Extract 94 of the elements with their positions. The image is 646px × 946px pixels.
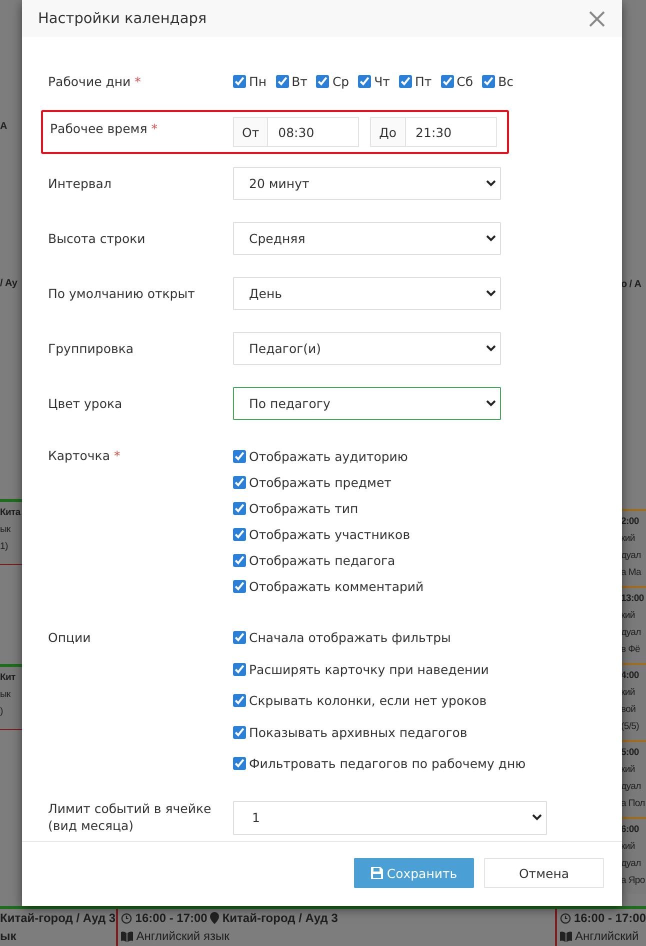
checkbox[interactable] — [233, 528, 246, 540]
calendar-text-fragment: Китай-город / Ауд 3 — [222, 910, 338, 927]
calendar-text-fragment: 16:00 - 17:00 — [574, 910, 646, 927]
calendar-text-fragment: ык — [0, 928, 18, 945]
calendar-text-fragment: ык — [0, 523, 12, 537]
chevron-down-icon — [532, 814, 542, 821]
calendar-text-fragment: / Ау — [0, 277, 18, 291]
checkbox[interactable] — [233, 662, 246, 676]
checkbox-label[interactable]: Вс — [498, 74, 514, 88]
required-asterisk: * — [151, 121, 158, 136]
checkbox-label[interactable]: Скрывать колонки, если нет уроков — [249, 693, 487, 708]
calendar-text-fragment: ) — [0, 705, 4, 719]
calendar-text-fragment: 5:00 — [621, 746, 640, 760]
checkbox[interactable] — [233, 476, 246, 488]
field-label: Интервал — [48, 176, 112, 191]
checkbox[interactable] — [233, 757, 246, 770]
checkbox-label[interactable]: Фильтровать педагогов по рабочему дню — [249, 756, 526, 772]
field-label: По умолчанию открыт — [48, 286, 195, 301]
field-label: Карточка — [48, 448, 110, 463]
checkbox[interactable] — [233, 450, 246, 462]
checkbox-label[interactable]: Сб — [456, 74, 474, 88]
checkbox-label[interactable]: Отображать педагога — [249, 552, 396, 568]
calendar-text-fragment: ык — [0, 688, 12, 702]
calendar-text-fragment: 2:00 — [621, 515, 640, 529]
calendar-text-fragment: Кита — [0, 506, 22, 520]
dialog-title: Настройки календаря — [38, 10, 207, 26]
calendar-text-fragment: 16:00 - 17:00 — [135, 910, 208, 927]
calendar-text-fragment: Английский язык — [136, 928, 230, 945]
checkbox-label[interactable]: Отображать комментарий — [249, 578, 424, 594]
calendar-text-fragment: 4:00 — [621, 669, 640, 683]
calendar-text-fragment: 6:00 — [621, 823, 640, 837]
chevron-down-icon — [486, 290, 496, 297]
checkbox[interactable] — [440, 74, 454, 88]
select-field[interactable]: По педагогу — [233, 387, 501, 420]
field-label: Высота строки — [48, 231, 146, 246]
checkbox-label[interactable]: Сначала отображать фильтры — [249, 630, 451, 646]
select-field[interactable]: 20 минут — [233, 167, 501, 200]
checkbox-label[interactable]: Отображать тип — [249, 500, 358, 516]
checkbox[interactable] — [316, 74, 330, 88]
book-icon — [121, 930, 134, 942]
required-asterisk: * — [114, 448, 120, 463]
chevron-down-icon — [486, 180, 496, 187]
checkbox-label[interactable]: Отображать участников — [249, 526, 410, 542]
field-addon-label: До — [370, 117, 405, 147]
select-field[interactable]: Средняя — [233, 222, 501, 255]
time-input[interactable]: 08:30 — [267, 117, 360, 147]
checkbox[interactable] — [233, 554, 246, 566]
field-label: Рабочие дни — [48, 74, 131, 88]
cancel-button[interactable]: Отмена — [484, 858, 604, 888]
field-addon-label: От — [233, 117, 268, 147]
checkbox[interactable] — [233, 694, 246, 708]
checkbox-label[interactable]: Пт — [414, 74, 432, 88]
checkbox[interactable] — [233, 726, 246, 739]
checkbox[interactable] — [276, 74, 289, 88]
clock-icon — [121, 912, 132, 924]
calendar-text-fragment: Английский — [574, 928, 639, 945]
select-field[interactable]: День — [233, 277, 501, 310]
field-label: Опции — [48, 630, 91, 645]
calendar-text-fragment: 1) — [0, 540, 9, 554]
calendar-text-fragment: Китай-город / Ауд 3 — [0, 910, 116, 927]
calendar-text-fragment: (5/5) — [621, 720, 640, 734]
calendar-text-fragment: Кит — [0, 671, 16, 685]
clock-icon — [560, 912, 571, 924]
field-label: Рабочее время — [50, 121, 148, 136]
required-asterisk: * — [134, 74, 141, 88]
checkbox[interactable] — [233, 502, 246, 514]
chevron-down-icon — [486, 400, 496, 407]
checkbox[interactable] — [233, 74, 246, 88]
checkbox-label[interactable]: Показывать архивных педагогов — [249, 724, 468, 740]
checkbox[interactable] — [233, 580, 246, 592]
chevron-down-icon — [486, 235, 496, 242]
checkbox-label[interactable]: Расширять карточку при наведении — [249, 662, 489, 677]
checkbox-label[interactable]: Вт — [292, 74, 308, 88]
checkbox-label[interactable]: Отображать предмет — [249, 474, 392, 490]
checkbox-label[interactable]: Пн — [249, 74, 267, 88]
checkbox[interactable] — [358, 74, 372, 88]
checkbox[interactable] — [482, 74, 496, 88]
field-label: Лимит событий в ячейке (вид месяца) — [48, 800, 212, 832]
checkbox-label[interactable]: Чт — [374, 74, 390, 88]
map-marker-icon — [210, 912, 220, 924]
close-icon[interactable] — [588, 10, 606, 28]
checkbox[interactable] — [233, 631, 246, 644]
select-field[interactable]: Педагог(и) — [233, 332, 501, 365]
checkbox-label[interactable]: Ср — [332, 74, 350, 88]
checkbox[interactable] — [398, 74, 412, 88]
field-label: Группировка — [48, 341, 134, 356]
checkbox-label[interactable]: Отображать аудиторию — [249, 448, 408, 464]
select-field[interactable]: 1 — [233, 800, 547, 834]
calendar-text-fragment: А — [0, 120, 8, 134]
book-icon — [560, 930, 572, 942]
field-label: Цвет урока — [48, 396, 122, 411]
time-input[interactable]: 21:30 — [404, 117, 497, 147]
chevron-down-icon — [486, 345, 496, 352]
calendar-text-fragment: 13:00 — [621, 592, 645, 606]
